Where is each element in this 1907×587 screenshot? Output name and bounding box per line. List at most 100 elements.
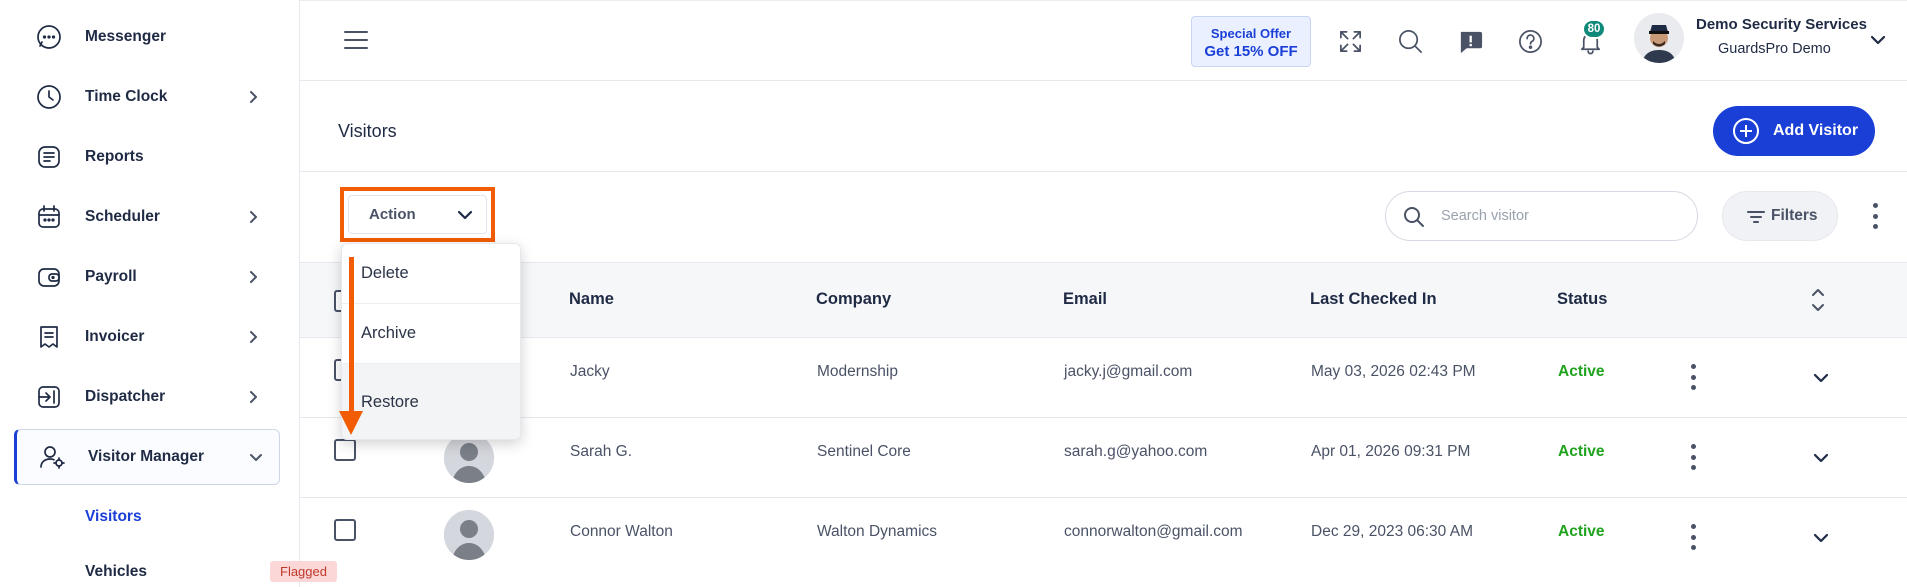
special-offer-button[interactable]: Special Offer Get 15% OFF bbox=[1191, 16, 1311, 67]
filters-label: Filters bbox=[1771, 207, 1818, 224]
sidebar-item-label: Payroll bbox=[85, 268, 137, 285]
user-avatar[interactable] bbox=[1634, 13, 1684, 63]
column-header-name[interactable]: Name bbox=[569, 290, 614, 309]
chevron-right-icon bbox=[244, 328, 262, 346]
sidebar-item-dispatcher[interactable]: Dispatcher bbox=[0, 372, 280, 422]
menu-item-restore[interactable]: Restore bbox=[342, 364, 520, 439]
expand-row-icon[interactable] bbox=[1813, 451, 1829, 465]
menu-icon[interactable] bbox=[344, 31, 368, 51]
notification-badge: 80 bbox=[1582, 19, 1606, 39]
row-more-icon[interactable] bbox=[1689, 524, 1697, 550]
chevron-down-icon bbox=[457, 208, 473, 222]
visitor-email: jacky.j@gmail.com bbox=[1064, 363, 1193, 380]
sidebar-subitem-vehicles[interactable]: Vehicles bbox=[85, 563, 147, 581]
sidebar-item-label: Scheduler bbox=[85, 208, 160, 225]
status-badge: Active bbox=[1558, 363, 1605, 380]
table-header: Name Company Email Last Checked In Statu… bbox=[300, 262, 1907, 338]
status-badge: Active bbox=[1558, 443, 1605, 460]
sidebar-item-invoicer[interactable]: Invoicer bbox=[0, 312, 280, 362]
sidebar-item-label: Messenger bbox=[85, 28, 166, 45]
sidebar-item-time-clock[interactable]: Time Clock bbox=[0, 72, 280, 122]
action-highlight: Action bbox=[340, 187, 495, 242]
report-icon bbox=[34, 142, 64, 172]
sidebar-item-label: Visitor Manager bbox=[88, 448, 205, 465]
action-menu: Delete Archive Restore bbox=[341, 243, 521, 440]
table-row[interactable]: Connor Walton Walton Dynamics connorwalt… bbox=[300, 498, 1907, 587]
sidebar-subitem-visitors[interactable]: Visitors bbox=[85, 508, 142, 526]
visitor-name: Sarah G. bbox=[570, 443, 633, 460]
clock-icon bbox=[34, 82, 64, 112]
sidebar: Messenger Time Clock Reports Scheduler P… bbox=[0, 0, 300, 587]
column-header-status[interactable]: Status bbox=[1557, 290, 1607, 309]
visitor-company: Walton Dynamics bbox=[817, 523, 938, 540]
add-visitor-label: Add Visitor bbox=[1773, 122, 1859, 139]
annotation-arrow bbox=[349, 257, 354, 415]
chat-icon bbox=[34, 22, 64, 52]
column-header-company[interactable]: Company bbox=[816, 290, 891, 309]
chevron-right-icon bbox=[244, 208, 262, 226]
chevron-right-icon bbox=[244, 88, 262, 106]
chevron-right-icon bbox=[244, 268, 262, 286]
column-header-last-checked-in[interactable]: Last Checked In bbox=[1310, 290, 1437, 309]
expand-row-icon[interactable] bbox=[1813, 531, 1829, 545]
add-visitor-button[interactable]: Add Visitor bbox=[1713, 106, 1875, 156]
sidebar-item-label: Dispatcher bbox=[85, 388, 166, 405]
action-dropdown[interactable]: Action bbox=[348, 195, 487, 234]
org-name: Demo Security Services bbox=[1696, 16, 1867, 33]
expand-row-icon[interactable] bbox=[1813, 371, 1829, 385]
fullscreen-icon[interactable] bbox=[1335, 26, 1365, 56]
flagged-badge: Flagged bbox=[270, 561, 337, 582]
visitor-email: sarah.g@yahoo.com bbox=[1064, 443, 1208, 460]
visitor-company: Modernship bbox=[817, 363, 898, 380]
chevron-right-icon bbox=[244, 388, 262, 406]
search-icon[interactable] bbox=[1395, 26, 1425, 56]
visitor-last-checked-in: Dec 29, 2023 06:30 AM bbox=[1311, 523, 1474, 540]
sidebar-item-label: Invoicer bbox=[85, 328, 145, 345]
wallet-icon bbox=[34, 262, 64, 292]
row-more-icon[interactable] bbox=[1689, 444, 1697, 470]
offer-discount: Get 15% OFF bbox=[1204, 43, 1298, 60]
search-visitor bbox=[1385, 191, 1698, 241]
offer-title: Special Offer bbox=[1210, 26, 1292, 41]
search-icon bbox=[1404, 207, 1424, 227]
visitor-company: Sentinel Core bbox=[817, 443, 911, 460]
help-icon[interactable] bbox=[1515, 26, 1545, 56]
sidebar-item-scheduler[interactable]: Scheduler bbox=[0, 192, 280, 242]
menu-item-delete[interactable]: Delete bbox=[342, 244, 520, 304]
sidebar-item-messenger[interactable]: Messenger bbox=[0, 12, 280, 62]
table-row[interactable]: Sarah G. Sentinel Core sarah.g@yahoo.com… bbox=[300, 418, 1907, 498]
filter-icon bbox=[1747, 211, 1765, 223]
menu-item-archive[interactable]: Archive bbox=[342, 304, 520, 364]
visitor-name: Connor Walton bbox=[570, 523, 673, 540]
row-checkbox[interactable] bbox=[334, 439, 356, 461]
avatar bbox=[444, 433, 494, 483]
visitor-manager-icon bbox=[37, 442, 67, 472]
column-header-email[interactable]: Email bbox=[1063, 290, 1107, 309]
sidebar-item-reports[interactable]: Reports bbox=[0, 132, 280, 182]
status-badge: Active bbox=[1558, 523, 1605, 540]
sort-icon[interactable] bbox=[1810, 285, 1826, 315]
search-input[interactable] bbox=[1441, 204, 1681, 228]
sidebar-item-label: Time Clock bbox=[85, 88, 168, 105]
visitor-name: Jacky bbox=[570, 363, 610, 380]
sidebar-item-payroll[interactable]: Payroll bbox=[0, 252, 280, 302]
row-more-icon[interactable] bbox=[1689, 364, 1697, 390]
plus-icon bbox=[1733, 118, 1759, 144]
action-label: Action bbox=[369, 206, 416, 223]
calendar-icon bbox=[34, 202, 64, 232]
avatar bbox=[444, 510, 494, 560]
more-options-icon[interactable] bbox=[1871, 203, 1879, 229]
annotation-arrow-head bbox=[339, 411, 363, 435]
table-row[interactable]: Jacky Modernship jacky.j@gmail.com May 0… bbox=[300, 338, 1907, 418]
chevron-down-icon[interactable] bbox=[1870, 33, 1888, 47]
chevron-down-icon bbox=[247, 448, 265, 466]
divider bbox=[300, 171, 1907, 172]
sidebar-item-visitor-manager[interactable]: Visitor Manager bbox=[14, 429, 280, 485]
row-checkbox[interactable] bbox=[334, 519, 356, 541]
filters-button[interactable]: Filters bbox=[1722, 191, 1838, 241]
feedback-icon[interactable] bbox=[1455, 26, 1485, 56]
sidebar-item-label: Reports bbox=[85, 148, 144, 165]
visitor-email: connorwalton@gmail.com bbox=[1064, 523, 1243, 540]
visitor-last-checked-in: Apr 01, 2026 09:31 PM bbox=[1311, 443, 1471, 460]
invoice-icon bbox=[34, 322, 64, 352]
